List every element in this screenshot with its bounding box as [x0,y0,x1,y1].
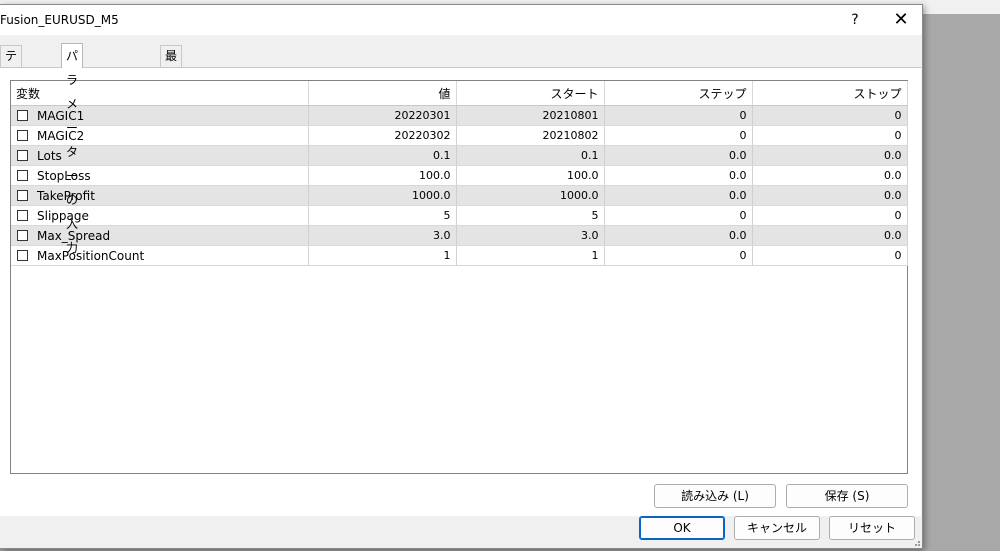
tab-input-parameters[interactable]: パラメーターの入力 [61,43,84,255]
save-button[interactable]: 保存 (S) [786,484,908,508]
param-stop[interactable]: 0 [752,105,908,126]
tab-optimization[interactable]: 最適化 [160,45,183,103]
table-row[interactable]: Max_Spread 3.0 3.0 0.0 0.0 [11,225,908,246]
param-stop[interactable]: 0 [752,205,908,226]
param-stop[interactable]: 0 [752,125,908,146]
param-value[interactable]: 20220302 [308,125,457,146]
table-row[interactable]: TakeProfit 1000.0 1000.0 0.0 0.0 [11,185,908,206]
param-start[interactable]: 1 [456,245,605,266]
param-start[interactable]: 100.0 [456,165,605,186]
param-start[interactable]: 3.0 [456,225,605,246]
expert-properties-dialog: Fusion_EURUSD_M5 ? ✕ テスト設定 パラメーターの入力 最適化… [0,4,923,549]
param-name: MaxPositionCount [37,248,145,263]
close-button[interactable]: ✕ [886,8,916,32]
param-stop[interactable]: 0.0 [752,225,908,246]
param-name: Slippage [37,208,89,223]
param-start[interactable]: 20210801 [456,105,605,126]
header-stop[interactable]: ストップ [752,81,908,106]
param-value[interactable]: 0.1 [308,145,457,166]
cancel-button[interactable]: キャンセル [734,516,820,540]
param-name: StopLoss [37,168,91,183]
param-step[interactable]: 0 [604,205,753,226]
background-chart-area [922,14,1000,551]
param-step[interactable]: 0.0 [604,225,753,246]
ok-button[interactable]: OK [639,516,725,540]
param-step[interactable]: 0 [604,105,753,126]
param-stop[interactable]: 0.0 [752,145,908,166]
param-step[interactable]: 0.0 [604,145,753,166]
param-step[interactable]: 0.0 [604,185,753,206]
header-step[interactable]: ステップ [604,81,753,106]
param-name: Lots [37,148,62,163]
param-value[interactable]: 5 [308,205,457,226]
param-step[interactable]: 0 [604,245,753,266]
optimize-checkbox[interactable] [17,249,28,261]
optimize-checkbox[interactable] [17,209,28,221]
help-button[interactable]: ? [842,8,868,32]
param-value[interactable]: 20220301 [308,105,457,126]
table-row[interactable]: MAGIC1 20220301 20210801 0 0 [11,105,908,126]
table-header-row: 変数 値 スタート ステップ ストップ [11,81,908,106]
param-step[interactable]: 0 [604,125,753,146]
table-row[interactable]: MaxPositionCount 1 1 0 0 [11,245,908,266]
window-title: Fusion_EURUSD_M5 [0,13,119,27]
optimize-checkbox[interactable] [17,189,28,201]
header-value[interactable]: 値 [308,81,457,106]
param-value[interactable]: 100.0 [308,165,457,186]
optimize-checkbox[interactable] [17,149,28,161]
header-start[interactable]: スタート [456,81,605,106]
parameters-panel: 変数 値 スタート ステップ ストップ MAGIC1 20220301 2021… [0,67,921,516]
optimize-checkbox[interactable] [17,169,28,181]
parameters-table: 変数 値 スタート ステップ ストップ MAGIC1 20220301 2021… [10,80,908,474]
param-start[interactable]: 5 [456,205,605,226]
param-value[interactable]: 1000.0 [308,185,457,206]
optimize-checkbox[interactable] [17,109,28,121]
param-stop[interactable]: 0 [752,245,908,266]
title-bar: Fusion_EURUSD_M5 ? ✕ [0,5,922,35]
param-value[interactable]: 3.0 [308,225,457,246]
param-start[interactable]: 0.1 [456,145,605,166]
optimize-checkbox[interactable] [17,129,28,141]
param-value[interactable]: 1 [308,245,457,266]
load-button[interactable]: 読み込み (L) [654,484,776,508]
param-stop[interactable]: 0.0 [752,165,908,186]
param-start[interactable]: 20210802 [456,125,605,146]
table-row[interactable]: MAGIC2 20220302 20210802 0 0 [11,125,908,146]
optimize-checkbox[interactable] [17,229,28,241]
table-row[interactable]: Slippage 5 5 0 0 [11,205,908,226]
resize-grip-icon[interactable] [912,538,920,546]
param-step[interactable]: 0.0 [604,165,753,186]
param-stop[interactable]: 0.0 [752,185,908,206]
param-start[interactable]: 1000.0 [456,185,605,206]
table-row[interactable]: StopLoss 100.0 100.0 0.0 0.0 [11,165,908,186]
tab-test-settings[interactable]: テスト設定 [0,45,23,143]
reset-button[interactable]: リセット [829,516,915,540]
table-row[interactable]: Lots 0.1 0.1 0.0 0.0 [11,145,908,166]
header-variable[interactable]: 変数 [11,81,309,106]
